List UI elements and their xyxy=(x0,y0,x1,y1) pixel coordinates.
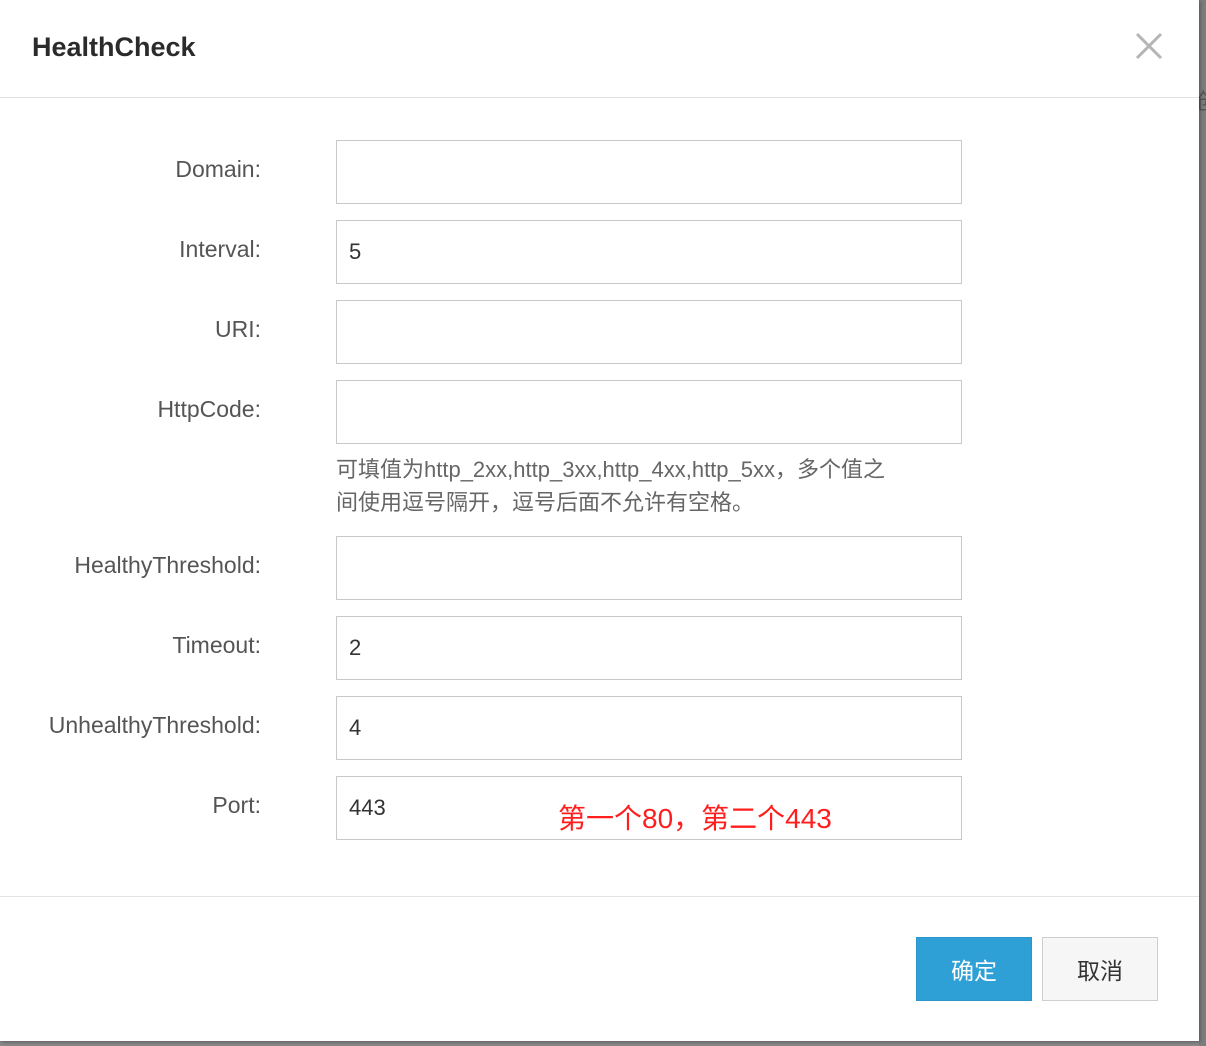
confirm-button[interactable]: 确定 xyxy=(916,937,1032,1001)
domain-label: Domain: xyxy=(175,156,261,182)
httpcode-input[interactable] xyxy=(336,380,962,444)
close-icon xyxy=(1135,32,1163,60)
unhealthy-threshold-label: UnhealthyThreshold: xyxy=(48,712,261,738)
uri-input[interactable] xyxy=(336,300,962,364)
httpcode-label: HttpCode: xyxy=(157,396,261,422)
dialog-header: HealthCheck xyxy=(0,0,1199,98)
httpcode-help-text: 可填值为http_2xx,http_3xx,http_4xx,http_5xx，… xyxy=(336,453,956,519)
unhealthy-threshold-input[interactable] xyxy=(336,696,962,760)
close-button[interactable] xyxy=(1132,29,1166,63)
cancel-button[interactable]: 取消 xyxy=(1042,937,1158,1001)
healthy-threshold-label: HealthyThreshold: xyxy=(74,552,261,578)
port-label: Port: xyxy=(212,792,261,818)
httpcode-help-line: 间使用逗号隔开，逗号后面不允许有空格。 xyxy=(336,490,755,515)
dialog-title: HealthCheck xyxy=(32,32,196,62)
timeout-label: Timeout: xyxy=(172,632,261,658)
interval-label: Interval: xyxy=(179,236,261,262)
dialog-footer: 确定 取消 xyxy=(0,896,1199,1041)
port-annotation: 第一个80，第二个443 xyxy=(558,803,832,834)
uri-label: URI: xyxy=(215,316,261,342)
domain-input[interactable] xyxy=(336,140,962,204)
interval-input[interactable] xyxy=(336,220,962,284)
timeout-input[interactable] xyxy=(336,616,962,680)
healthcheck-dialog: HealthCheck Domain: Interval: URI: HttpC… xyxy=(0,0,1199,1041)
healthy-threshold-input[interactable] xyxy=(336,536,962,600)
page-backdrop xyxy=(1199,0,1206,1046)
httpcode-help-line: 可填值为http_2xx,http_3xx,http_4xx,http_5xx，… xyxy=(336,457,886,482)
